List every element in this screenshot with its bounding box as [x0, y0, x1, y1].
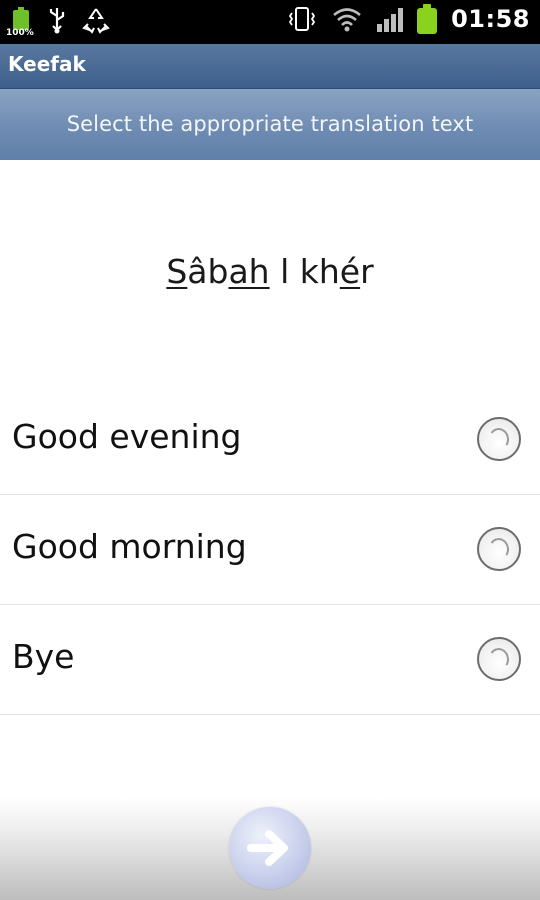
radio-button[interactable] — [477, 637, 521, 681]
option-label: Bye — [12, 637, 75, 676]
instruction-text: Select the appropriate translation text — [66, 112, 474, 136]
recycle-icon — [82, 8, 110, 34]
status-time: 01:58 — [451, 5, 530, 33]
option-good-evening[interactable]: Good evening — [0, 385, 540, 495]
phrase-part: S — [166, 252, 188, 291]
wifi-icon — [333, 8, 361, 32]
arrow-right-icon — [247, 830, 288, 866]
battery-percent-label: 100% — [6, 28, 34, 38]
battery-icon — [417, 4, 438, 34]
phrase-part: l kh — [269, 252, 340, 291]
app-title-bar: Keefak — [0, 44, 540, 89]
phrase-part: r — [360, 252, 374, 291]
signal-strength-icon — [377, 6, 404, 32]
vibrate-icon — [289, 7, 316, 31]
radio-button[interactable] — [477, 417, 521, 461]
phrase-part: é — [339, 252, 361, 291]
option-good-morning[interactable]: Good morning — [0, 495, 540, 605]
option-label: Good morning — [12, 527, 247, 566]
app-title: Keefak — [8, 52, 86, 76]
next-button[interactable] — [229, 807, 311, 889]
battery-full-icon: 100% — [6, 6, 34, 38]
instruction-header: Select the appropriate translation text — [0, 89, 540, 160]
phrase-part: âb — [187, 252, 229, 291]
radio-button[interactable] — [477, 527, 521, 571]
option-label: Good evening — [12, 417, 242, 456]
bottom-bar — [0, 797, 540, 900]
status-bar: 100% 01:58 — [0, 0, 540, 44]
answer-options: Good evening Good morning Bye — [0, 385, 540, 715]
source-phrase: Sâbah l khér — [0, 252, 540, 291]
phrase-part: ah — [228, 252, 270, 291]
usb-icon — [49, 8, 65, 34]
status-right-icons: 01:58 — [287, 4, 530, 34]
status-left-icons: 100% — [6, 6, 110, 38]
option-bye[interactable]: Bye — [0, 605, 540, 715]
